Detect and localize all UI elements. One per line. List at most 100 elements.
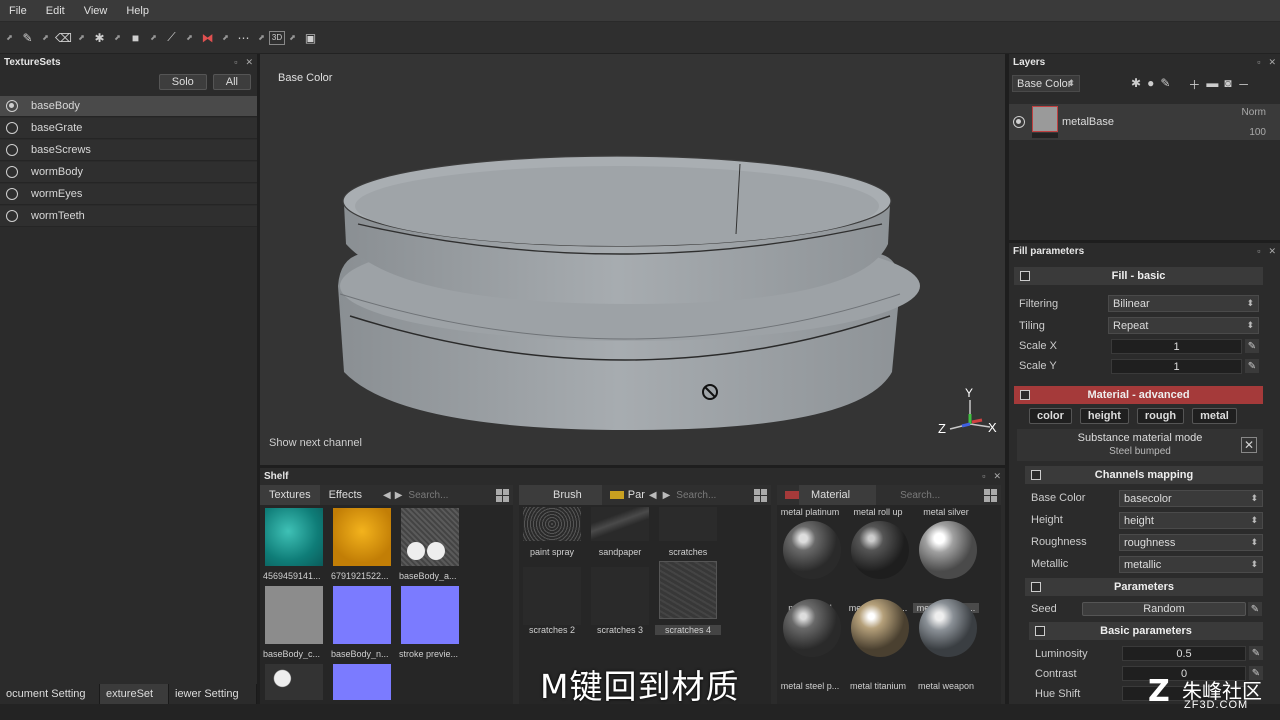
add-mask-icon[interactable]: ● (1147, 76, 1154, 93)
radio-icon[interactable] (6, 166, 18, 178)
collapse-checkbox[interactable] (1020, 390, 1030, 400)
popout-icon[interactable]: ⬈ (184, 27, 195, 49)
channel-color-button[interactable]: color (1029, 408, 1072, 424)
grid-view-icon[interactable] (754, 488, 767, 502)
3d-viewport[interactable]: Base Color Y Z X Show next channel (260, 54, 1005, 465)
polygon-fill-tool-icon[interactable]: ■ (125, 27, 146, 49)
solo-button[interactable]: Solo (158, 74, 207, 90)
popout-icon[interactable]: ▫ (982, 471, 985, 482)
add-paint-icon[interactable]: ✎ (1160, 76, 1170, 93)
tab-effects[interactable]: Effects (320, 485, 371, 505)
filtering-select[interactable]: Bilinear (1108, 295, 1259, 312)
view-3d-icon[interactable]: 3D (269, 30, 285, 45)
texture-thumbnail[interactable] (333, 508, 391, 566)
textureset-item[interactable]: wormEyes (0, 184, 257, 205)
tab-brush[interactable]: Brush (519, 485, 602, 505)
delete-layer-icon[interactable]: － (1238, 76, 1250, 93)
luminosity-slider[interactable]: 0.5 (1122, 646, 1246, 661)
popout-icon[interactable]: ▫ (1257, 57, 1260, 68)
textureset-item[interactable]: baseBody (0, 96, 257, 117)
material-thumbnail[interactable] (783, 521, 841, 579)
tab-viewer-settings[interactable]: iewer Setting (169, 684, 257, 704)
color-picker-tool-icon[interactable]: ⟋ (161, 27, 182, 49)
menu-edit[interactable]: Edit (37, 5, 75, 17)
edit-icon[interactable]: ✎ (1248, 602, 1262, 616)
grid-view-icon[interactable] (496, 488, 509, 502)
seed-random-button[interactable]: Random (1082, 602, 1246, 616)
shelf-search-input[interactable]: Search... (900, 490, 940, 501)
grid-view-icon[interactable] (984, 488, 997, 502)
radio-icon[interactable] (6, 122, 18, 134)
material-thumbnail[interactable] (783, 599, 841, 657)
popout-icon[interactable]: ⬈ (76, 27, 87, 49)
close-icon[interactable]: ✕ (993, 471, 1001, 482)
close-icon[interactable]: ✕ (245, 57, 253, 68)
textureset-item[interactable]: wormTeeth (0, 206, 257, 227)
popout-icon[interactable]: ⬈ (4, 27, 15, 49)
layer-opacity[interactable]: 100 (1249, 127, 1266, 138)
textureset-item[interactable]: wormBody (0, 162, 257, 183)
visibility-icon[interactable] (1013, 116, 1025, 128)
popout-icon[interactable]: ▫ (1257, 246, 1260, 257)
camera-icon[interactable]: ▣ (300, 27, 321, 49)
popout-icon[interactable]: ⬈ (256, 27, 267, 49)
material-advanced-header[interactable]: Material - advanced (1014, 386, 1263, 404)
popout-icon[interactable]: ⬈ (148, 27, 159, 49)
shelf-search-input[interactable]: Search... (676, 490, 716, 501)
edit-icon[interactable]: ✎ (1245, 359, 1259, 373)
tab-particles[interactable]: Par (624, 485, 649, 505)
brush-thumbnail[interactable] (659, 561, 717, 619)
brush-thumbnail[interactable] (659, 507, 717, 541)
collapse-checkbox[interactable] (1020, 271, 1030, 281)
channels-mapping-header[interactable]: Channels mapping (1025, 466, 1263, 484)
material-thumbnail[interactable] (919, 599, 977, 657)
edit-icon[interactable]: ✎ (1245, 339, 1259, 353)
popout-icon[interactable]: ⬈ (220, 27, 231, 49)
texture-thumbnail[interactable] (333, 664, 391, 700)
projection-tool-icon[interactable]: ✱ (89, 27, 110, 49)
arrow-right-icon[interactable]: ▶ (395, 490, 403, 501)
add-layer-icon[interactable]: ＋ (1188, 76, 1200, 93)
arrow-left-icon[interactable]: ◀ (649, 490, 657, 501)
tab-textureset-settings[interactable]: extureSet (100, 684, 169, 704)
collapse-checkbox[interactable] (1031, 470, 1041, 480)
close-icon[interactable]: ✕ (1268, 246, 1276, 257)
all-button[interactable]: All (212, 74, 251, 90)
edit-icon[interactable]: ✎ (1249, 646, 1263, 660)
texture-thumbnail[interactable] (333, 586, 391, 644)
shelf-search-input[interactable]: Search... (408, 490, 448, 501)
texture-thumbnail[interactable] (265, 586, 323, 644)
arrow-right-icon[interactable]: ▶ (663, 490, 671, 501)
texture-thumbnail[interactable] (401, 586, 459, 644)
radio-icon[interactable] (6, 144, 18, 156)
radio-icon[interactable] (6, 210, 18, 222)
channel-rough-button[interactable]: rough (1136, 408, 1185, 424)
mapping-select[interactable]: metallic (1119, 556, 1263, 573)
menu-file[interactable]: File (0, 5, 37, 17)
tiling-select[interactable]: Repeat (1108, 317, 1259, 334)
brush-tool-icon[interactable]: ✎ (17, 27, 38, 49)
close-icon[interactable]: ✕ (1268, 57, 1276, 68)
brush-thumbnail[interactable] (523, 507, 581, 541)
mapping-select[interactable]: roughness (1119, 534, 1263, 551)
texture-thumbnail[interactable] (265, 664, 323, 700)
arrow-left-icon[interactable]: ◀ (383, 490, 391, 501)
channel-height-button[interactable]: height (1079, 408, 1129, 424)
layer-channel-select[interactable]: Base Color (1012, 75, 1080, 92)
radio-icon[interactable] (6, 100, 18, 112)
layer-row[interactable]: metalBase Norm 100 (1009, 104, 1280, 140)
channel-metal-button[interactable]: metal (1192, 408, 1237, 424)
eraser-tool-icon[interactable]: ⌫ (53, 27, 74, 49)
add-effect-icon[interactable]: ✱ (1131, 76, 1141, 93)
texture-thumbnail[interactable] (401, 508, 459, 566)
brush-thumbnail[interactable] (591, 567, 649, 625)
mapping-select[interactable]: height (1119, 512, 1263, 529)
scale-y-slider[interactable]: 1 (1111, 359, 1242, 374)
material-thumbnail[interactable] (919, 521, 977, 579)
scale-x-slider[interactable]: 1 (1111, 339, 1242, 354)
add-fill-layer-icon[interactable]: ◙ (1224, 76, 1231, 93)
popout-icon[interactable]: ⬈ (287, 27, 298, 49)
mapping-select[interactable]: basecolor (1119, 490, 1263, 507)
radio-icon[interactable] (6, 188, 18, 200)
collapse-checkbox[interactable] (1035, 626, 1045, 636)
